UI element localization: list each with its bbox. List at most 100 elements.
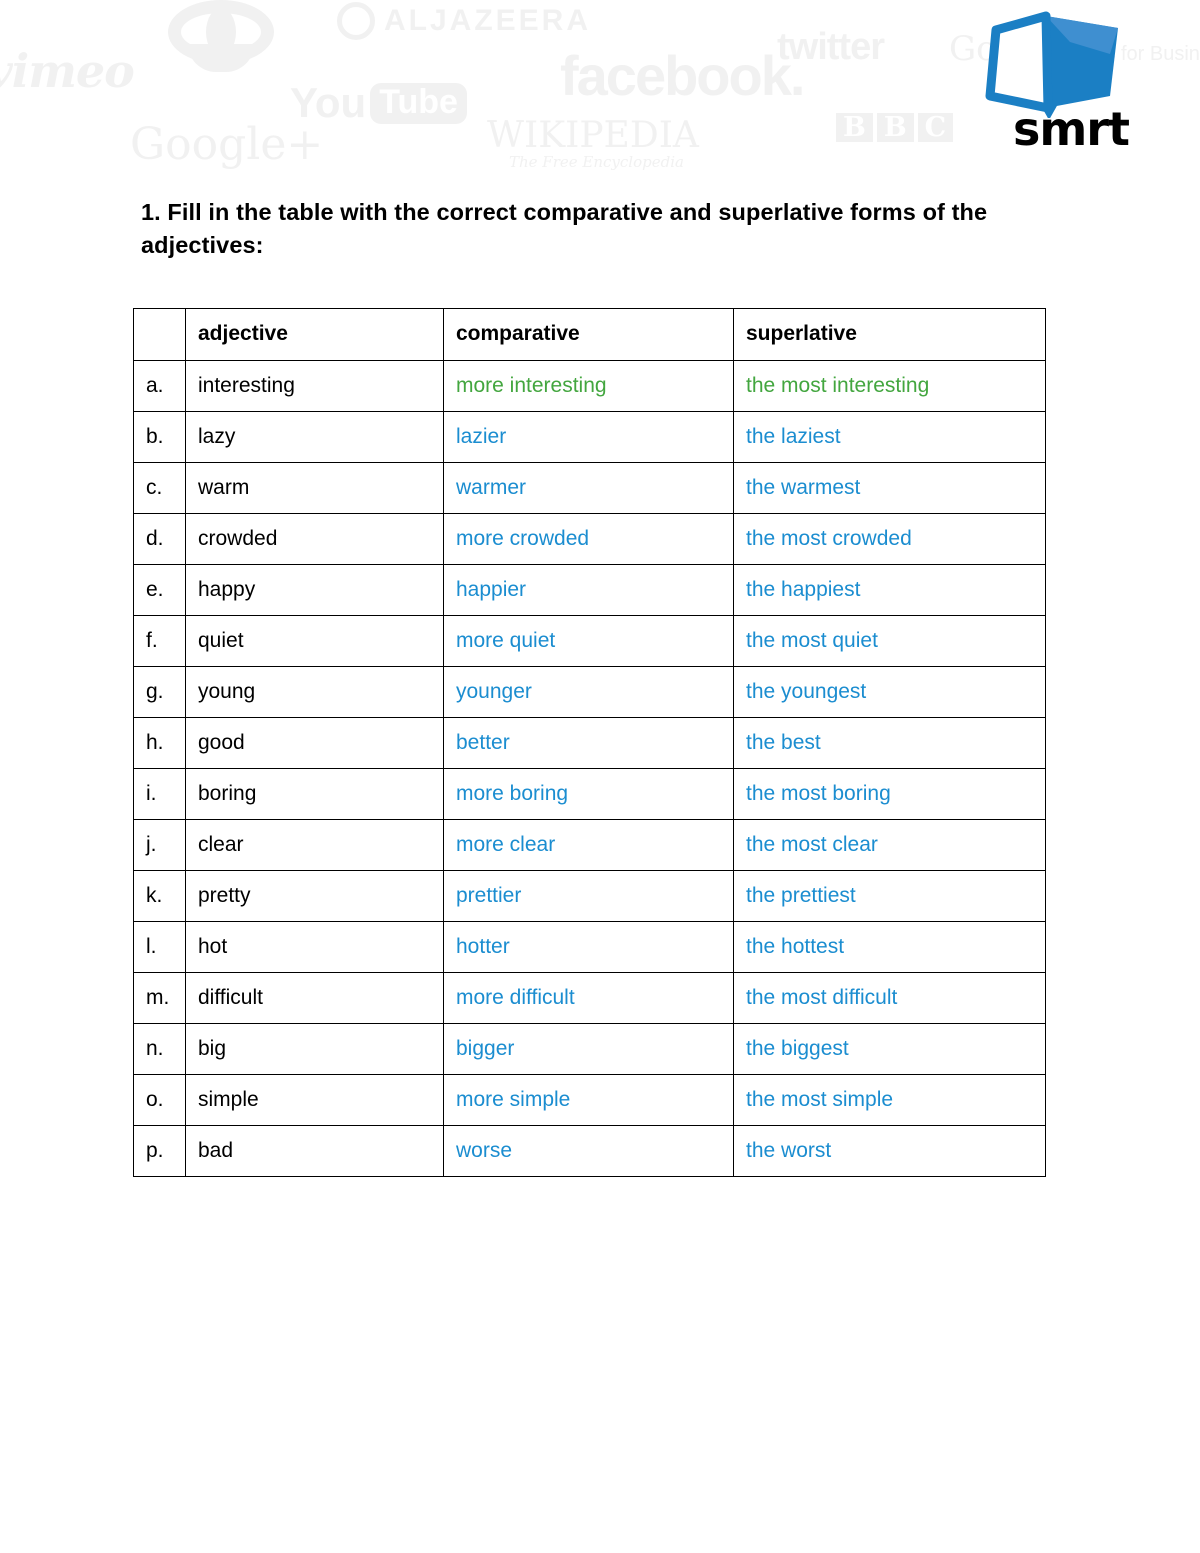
aljazeera-mark-icon <box>337 2 375 40</box>
table-row: d. crowded more crowded the most crowded <box>133 513 1046 565</box>
cell-comparative-answer[interactable]: happier <box>443 564 734 616</box>
cell-comparative-answer[interactable]: warmer <box>443 462 734 514</box>
cell-superlative-answer[interactable]: the most quiet <box>733 615 1046 667</box>
cell-superlative-answer[interactable]: the most crowded <box>733 513 1046 565</box>
table-row: k. pretty prettier the prettiest <box>133 870 1046 922</box>
cell-adjective: quiet <box>185 615 444 667</box>
cbc-bottom-icon <box>188 44 254 72</box>
column-header-blank <box>133 308 186 361</box>
table-row: p. bad worse the worst <box>133 1125 1046 1177</box>
cell-superlative-answer[interactable]: the happiest <box>733 564 1046 616</box>
cell-superlative-answer[interactable]: the warmest <box>733 462 1046 514</box>
cell-superlative-answer[interactable]: the most simple <box>733 1074 1046 1126</box>
bbc-watermark-logo: BBC <box>836 113 957 142</box>
cell-superlative-answer[interactable]: the hottest <box>733 921 1046 973</box>
table-row: c. warm warmer the warmest <box>133 462 1046 514</box>
cell-comparative-answer[interactable]: better <box>443 717 734 769</box>
cell-adjective: crowded <box>185 513 444 565</box>
cell-comparative-answer[interactable]: bigger <box>443 1023 734 1075</box>
cell-comparative-answer[interactable]: more quiet <box>443 615 734 667</box>
column-header-adjective: adjective <box>185 308 444 361</box>
cell-superlative-answer[interactable]: the prettiest <box>733 870 1046 922</box>
cell-superlative-answer[interactable]: the youngest <box>733 666 1046 718</box>
cell-superlative-answer[interactable]: the most interesting <box>733 360 1046 412</box>
vimeo-watermark-logo: vimeo <box>0 44 135 98</box>
table-row: b. lazy lazier the laziest <box>133 411 1046 463</box>
bbc-letter-2: B <box>876 113 914 142</box>
twitter-watermark-logo: twitter <box>777 26 885 68</box>
column-header-superlative: superlative <box>733 308 1046 361</box>
row-letter: c. <box>133 462 186 514</box>
row-letter: e. <box>133 564 186 616</box>
cell-superlative-answer[interactable]: the laziest <box>733 411 1046 463</box>
column-header-comparative: comparative <box>443 308 734 361</box>
cell-adjective: good <box>185 717 444 769</box>
cell-adjective: hot <box>185 921 444 973</box>
table-row: g. young younger the youngest <box>133 666 1046 718</box>
row-letter: h. <box>133 717 186 769</box>
smrt-wordmark: smrt <box>1013 102 1130 156</box>
cell-adjective: lazy <box>185 411 444 463</box>
cell-comparative-answer[interactable]: more interesting <box>443 360 734 412</box>
table-body: a. interesting more interesting the most in… <box>133 360 1046 1177</box>
cell-adjective: interesting <box>185 360 444 412</box>
cell-comparative-answer[interactable]: more boring <box>443 768 734 820</box>
table-row: n. big bigger the biggest <box>133 1023 1046 1075</box>
cell-comparative-answer[interactable]: more simple <box>443 1074 734 1126</box>
row-letter: i. <box>133 768 186 820</box>
cbc-watermark-logo <box>168 0 274 72</box>
adjective-forms-table: adjective comparative superlative a. inte… <box>133 308 1046 1177</box>
row-letter: d. <box>133 513 186 565</box>
cell-adjective: simple <box>185 1074 444 1126</box>
row-letter: l. <box>133 921 186 973</box>
cell-comparative-answer[interactable]: younger <box>443 666 734 718</box>
row-letter: m. <box>133 972 186 1024</box>
youtube-tube-text: Tube <box>370 83 467 124</box>
cell-adjective: boring <box>185 768 444 820</box>
table-row: e. happy happier the happiest <box>133 564 1046 616</box>
row-letter: o. <box>133 1074 186 1126</box>
table-header-row: adjective comparative superlative <box>133 308 1046 361</box>
row-letter: b. <box>133 411 186 463</box>
row-letter: n. <box>133 1023 186 1075</box>
cell-superlative-answer[interactable]: the biggest <box>733 1023 1046 1075</box>
row-letter: j. <box>133 819 186 871</box>
cell-comparative-answer[interactable]: more difficult <box>443 972 734 1024</box>
row-letter: a. <box>133 360 186 412</box>
cell-comparative-answer[interactable]: hotter <box>443 921 734 973</box>
row-letter: p. <box>133 1125 186 1177</box>
table-row: f. quiet more quiet the most quiet <box>133 615 1046 667</box>
wikipedia-title-text: WIKIPEDIA <box>487 115 699 156</box>
table-row: a. interesting more interesting the most in… <box>133 360 1046 412</box>
cell-adjective: difficult <box>185 972 444 1024</box>
wikipedia-subtitle-text: The Free Encyclopedia <box>509 153 684 171</box>
cell-adjective: happy <box>185 564 444 616</box>
cell-superlative-answer[interactable]: the worst <box>733 1125 1046 1177</box>
facebook-watermark-logo: facebook. <box>560 44 805 107</box>
cell-superlative-answer[interactable]: the most boring <box>733 768 1046 820</box>
cell-comparative-answer[interactable]: more crowded <box>443 513 734 565</box>
bbc-letter-3: C <box>917 113 954 142</box>
row-letter: f. <box>133 615 186 667</box>
table-row: m. difficult more difficult the most diffic… <box>133 972 1046 1024</box>
cell-comparative-answer[interactable]: more clear <box>443 819 734 871</box>
cell-comparative-answer[interactable]: worse <box>443 1125 734 1177</box>
aljazeera-watermark-logo: ALJAZEERA <box>384 4 592 37</box>
row-letter: g. <box>133 666 186 718</box>
bbc-letter-1: B <box>836 113 873 142</box>
googleplus-watermark-logo: Google+ <box>130 119 324 170</box>
cell-comparative-answer[interactable]: prettier <box>443 870 734 922</box>
cell-adjective: bad <box>185 1125 444 1177</box>
cell-superlative-answer[interactable]: the most clear <box>733 819 1046 871</box>
page-title: 1. Fill in the table with the correct co… <box>141 199 988 259</box>
cell-adjective: young <box>185 666 444 718</box>
table-row: h. good better the best <box>133 717 1046 769</box>
table-row: j. clear more clear the most clear <box>133 819 1046 871</box>
cell-adjective: warm <box>185 462 444 514</box>
cell-superlative-answer[interactable]: the most difficult <box>733 972 1046 1024</box>
row-letter: k. <box>133 870 186 922</box>
cell-comparative-answer[interactable]: lazier <box>443 411 734 463</box>
youtube-watermark-logo: You Tube <box>290 82 467 124</box>
cell-superlative-answer[interactable]: the best <box>733 717 1046 769</box>
table-row: o. simple more simple the most simple <box>133 1074 1046 1126</box>
